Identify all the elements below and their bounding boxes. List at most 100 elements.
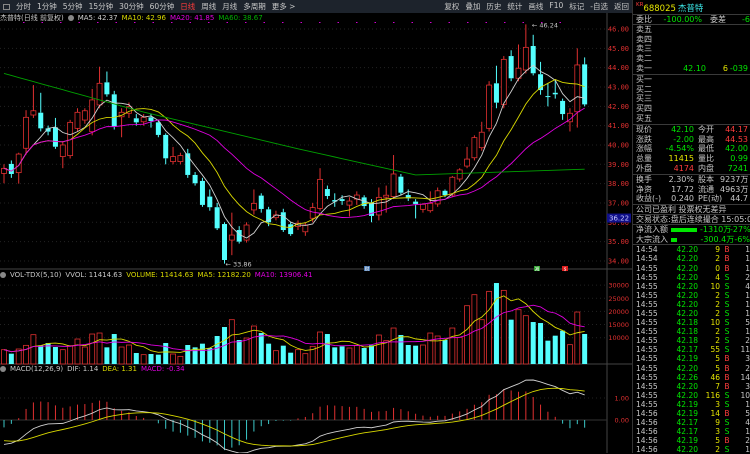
stat-value: 4174 bbox=[673, 163, 694, 173]
candle-up bbox=[383, 194, 390, 198]
period-tab[interactable]: 30分钟 bbox=[116, 1, 147, 12]
stat-label: 净资 bbox=[636, 184, 652, 194]
bid-level: 买五 bbox=[633, 114, 750, 124]
period-tab[interactable]: 多周期 bbox=[240, 1, 269, 12]
toolbar-button[interactable]: F10 bbox=[546, 1, 566, 12]
flow-label: 大宗流入 bbox=[636, 234, 668, 244]
stat-value: 0.99 bbox=[730, 154, 748, 164]
volume-bar-down bbox=[133, 353, 139, 364]
candle-down bbox=[442, 190, 448, 196]
toolbar-button[interactable]: 标记 bbox=[566, 1, 587, 12]
flow-pct: -6% bbox=[734, 234, 750, 244]
period-tab[interactable]: 1分钟 bbox=[34, 1, 60, 12]
stat-value: 0.240 bbox=[671, 194, 694, 204]
marker-dot bbox=[337, 22, 339, 23]
fundamental-stats: 换手 2.30% 股本 9237万 净资 17.72 流通 4963万 收益(-) 0.240 PE… bbox=[633, 173, 750, 204]
volume-bar-down bbox=[369, 345, 374, 364]
level-volume bbox=[706, 44, 728, 54]
tick-row: 14:55 42.18 10 S 5 bbox=[633, 318, 750, 327]
toolbar-button[interactable]: 统计 bbox=[504, 1, 525, 12]
volume-bar-up bbox=[30, 334, 37, 365]
volume-bar-up bbox=[59, 349, 66, 365]
tick-price: 42.19 bbox=[676, 436, 698, 446]
volume-bar-down bbox=[530, 322, 536, 364]
tick-count: 1 bbox=[745, 399, 750, 409]
bid-level: 买二 bbox=[633, 85, 750, 95]
period-tab[interactable]: 5分钟 bbox=[60, 1, 86, 12]
period-tab[interactable]: 周线 bbox=[198, 1, 219, 12]
flow-label: 净流入额 bbox=[636, 224, 668, 234]
period-tab[interactable]: 日线 bbox=[177, 1, 198, 12]
volume-bar-up bbox=[1, 349, 7, 365]
volume-bar-down bbox=[545, 340, 551, 364]
tick-volume: 10 bbox=[710, 318, 720, 328]
level-label: 买二 bbox=[636, 84, 652, 94]
candle-up bbox=[74, 111, 81, 129]
stat-value: 2.30% bbox=[668, 174, 694, 184]
tick-row: 14:55 42.20 2 S 1 bbox=[633, 300, 750, 309]
weibi-value: -100.00% bbox=[663, 15, 702, 24]
stock-name[interactable]: 杰普特 bbox=[678, 2, 704, 14]
tick-time: 14:55 bbox=[636, 281, 658, 291]
tick-volume: 2 bbox=[715, 308, 720, 318]
toolbar-button[interactable]: -自选 bbox=[587, 1, 611, 12]
tick-count: 14 bbox=[740, 372, 750, 382]
marker-dot bbox=[559, 22, 561, 23]
tick-volume: 2 bbox=[715, 254, 720, 264]
candle-down bbox=[258, 195, 264, 209]
weibi-label: 委比 bbox=[636, 15, 652, 24]
candle-down bbox=[148, 117, 154, 122]
volume-bar-down bbox=[155, 354, 161, 364]
indicator-value: MA5: 42.37 bbox=[77, 14, 118, 22]
high-price-marker: ← 46.24 bbox=[532, 21, 558, 29]
menu-icon[interactable] bbox=[3, 3, 10, 10]
volume-bar-down bbox=[332, 347, 338, 364]
tick-row: 14:55 42.26 46 B 14 bbox=[633, 373, 750, 382]
gear-icon[interactable] bbox=[0, 272, 6, 278]
level-label: 卖五 bbox=[636, 24, 652, 34]
level-change bbox=[728, 54, 748, 64]
gear-icon[interactable] bbox=[67, 15, 74, 21]
gear-icon[interactable] bbox=[0, 366, 6, 372]
tick-count: 1 bbox=[745, 299, 750, 309]
tick-price: 42.20 bbox=[676, 363, 698, 373]
fund-flows: 净流入额 -1310万 -27% 大宗流入 -300.4万 -6% bbox=[633, 223, 750, 245]
level-volume: 6 bbox=[722, 63, 728, 73]
indicator-value: DIF: 1.14 bbox=[67, 365, 99, 373]
event-marker-label: $ bbox=[564, 267, 567, 273]
tick-row: 14:55 42.20 2 S 1 bbox=[633, 291, 750, 300]
period-toolbar: 分时 1分钟 5分钟 15分钟 30分钟 60分钟 日线 周线 月线 多周期 更多 > 复权 叠加 历史… bbox=[0, 0, 632, 13]
level-label: 卖三 bbox=[636, 44, 652, 54]
main-pane-name: 杰普特(日线 前复权) bbox=[0, 14, 64, 22]
period-tab[interactable]: 分时 bbox=[13, 1, 34, 12]
level-price bbox=[662, 44, 706, 54]
bid-level: 买三 bbox=[633, 94, 750, 104]
macd-pane-name: MACD(12,26,9) bbox=[10, 365, 64, 373]
indicator-value: VOLUME: 11414.63 bbox=[126, 271, 194, 279]
tick-price: 42.18 bbox=[676, 336, 698, 346]
period-tab[interactable]: 15分钟 bbox=[86, 1, 117, 12]
kline-chart[interactable]: 46.00 45.00 44.00 43.00 42.00 41.00 40.00 39.00… bbox=[0, 13, 632, 453]
toolbar-button[interactable]: 复权 bbox=[441, 1, 462, 12]
price-tick-label: 35.00 bbox=[608, 238, 629, 246]
candle-up bbox=[317, 178, 323, 209]
tick-list[interactable]: 14:54 42.20 9 B 1 14:54 42.20 2 B 1 14:55 42.20 0 B 1 1… bbox=[633, 244, 750, 454]
volume-bar-down bbox=[508, 319, 514, 364]
toolbar-button[interactable]: 画线 bbox=[525, 1, 546, 12]
period-tab[interactable]: 月线 bbox=[219, 1, 240, 12]
toolbar-button[interactable]: 历史 bbox=[483, 1, 504, 12]
market-tag: KR bbox=[636, 2, 644, 8]
tick-price: 42.20 bbox=[676, 308, 698, 318]
toolbar-button[interactable]: 叠加 bbox=[462, 1, 483, 12]
volume-bar-up bbox=[295, 349, 301, 365]
period-tab[interactable]: 更多 > bbox=[269, 1, 299, 12]
tick-row: 14:55 42.20 10 S 4 bbox=[633, 282, 750, 291]
level-label: 买三 bbox=[636, 94, 652, 104]
tick-volume: 4 bbox=[715, 272, 720, 282]
level-price bbox=[662, 35, 706, 45]
tick-time: 14:55 bbox=[636, 308, 658, 318]
toolbar-button[interactable]: 返回 bbox=[611, 1, 632, 12]
volume-bar-up bbox=[434, 335, 441, 365]
period-tab[interactable]: 60分钟 bbox=[147, 1, 178, 12]
tick-row: 14:54 42.20 9 B 1 bbox=[633, 245, 750, 254]
